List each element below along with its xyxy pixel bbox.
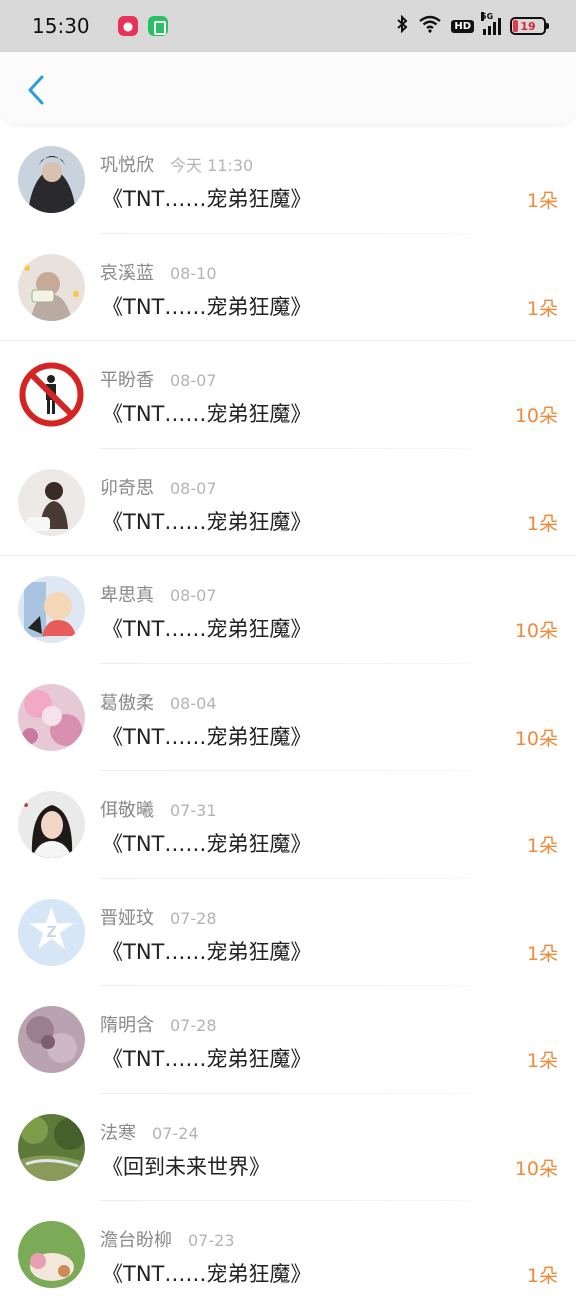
book-title[interactable]: 《回到未来世界》 xyxy=(102,1151,270,1181)
avatar[interactable] xyxy=(18,253,85,321)
avatar[interactable] xyxy=(18,1221,85,1288)
avatar[interactable] xyxy=(18,361,85,428)
status-indicators: HD 5G 19 xyxy=(395,12,549,37)
bluetooth-icon xyxy=(395,14,409,37)
flower-count: 1朵 xyxy=(526,1050,558,1072)
flower-count: 1朵 xyxy=(526,1265,558,1287)
list-item[interactable]: 隋明含 07-28 《TNT……宠弟狂魔》 1朵 xyxy=(0,986,576,1094)
book-title[interactable]: 《TNT……宠弟狂魔》 xyxy=(102,291,311,321)
avatar[interactable] xyxy=(18,1006,85,1073)
list-item[interactable]: 澹台盼柳 07-23 《TNT……宠弟狂魔》 1朵 xyxy=(0,1201,576,1309)
send-date: 今天 11:30 xyxy=(170,156,254,175)
status-time: 15:30 xyxy=(32,14,90,38)
sender-name: 澹台盼柳 xyxy=(100,1230,172,1251)
hd-badge: HD xyxy=(451,19,474,33)
list-item[interactable]: 佴敬曦 07-31 《TNT……宠弟狂魔》 1朵 xyxy=(0,771,576,879)
flower-count: 10朵 xyxy=(514,727,558,750)
book-title[interactable]: 《TNT……宠弟狂魔》 xyxy=(102,398,311,428)
list-item[interactable]: 葛傲柔 08-04 《TNT……宠弟狂魔》 10朵 xyxy=(0,664,576,771)
list-item[interactable]: 平盼香 08-07 《TNT……宠弟狂魔》 10朵 xyxy=(0,341,576,449)
flower-count: 10朵 xyxy=(514,405,558,427)
flower-count: 1朵 xyxy=(526,942,558,965)
send-date: 07-28 xyxy=(170,908,217,928)
status-bar: 15:30 HD 5G 19 xyxy=(0,0,576,52)
book-title[interactable]: 《TNT……宠弟狂魔》 xyxy=(102,828,311,858)
network-type-label: 5G xyxy=(481,12,494,21)
cellular-signal-icon: 5G xyxy=(481,12,501,35)
flower-count: 1朵 xyxy=(526,190,558,212)
avatar[interactable] xyxy=(18,576,85,643)
sender-name: 晋娅玟 xyxy=(100,907,154,929)
send-date: 08-07 xyxy=(170,478,217,498)
book-title[interactable]: 《TNT……宠弟狂魔》 xyxy=(102,1258,311,1288)
sender-name: 哀溪蓝 xyxy=(100,262,154,284)
android-app-icon xyxy=(147,16,168,36)
flower-count: 1朵 xyxy=(526,297,558,320)
chevron-left-icon xyxy=(28,75,44,105)
send-date: 07-24 xyxy=(152,1123,199,1143)
send-date: 07-23 xyxy=(188,1231,235,1250)
list-item[interactable]: 法寒 07-24 《回到未来世界》 10朵 xyxy=(0,1094,576,1201)
sender-name: 巩悦欣 xyxy=(100,155,154,176)
avatar[interactable] xyxy=(18,468,85,536)
list-item[interactable]: 卑思真 08-07 《TNT……宠弟狂魔》 10朵 xyxy=(0,556,576,664)
sender-name: 葛傲柔 xyxy=(100,692,154,714)
book-title[interactable]: 《TNT……宠弟狂魔》 xyxy=(102,506,311,536)
avatar[interactable] xyxy=(18,1113,85,1181)
avatar[interactable] xyxy=(18,791,85,858)
sender-name: 法寒 xyxy=(100,1122,136,1144)
book-title[interactable]: 《TNT……宠弟狂魔》 xyxy=(102,183,311,213)
list-item[interactable]: 卯奇思 08-07 《TNT……宠弟狂魔》 1朵 xyxy=(0,449,576,556)
top-nav-bar xyxy=(0,52,576,124)
avatar[interactable]: Z xyxy=(18,898,85,966)
sender-name: 卑思真 xyxy=(100,585,154,606)
flower-count: 10朵 xyxy=(514,1157,558,1180)
sender-name: 隋明含 xyxy=(100,1015,154,1036)
book-title[interactable]: 《TNT……宠弟狂魔》 xyxy=(102,721,311,751)
list-item[interactable]: Z 晋娅玟 07-28 《TNT……宠弟狂魔》 1朵 xyxy=(0,879,576,986)
send-date: 08-07 xyxy=(170,371,217,390)
flower-count: 1朵 xyxy=(526,835,558,857)
back-button[interactable] xyxy=(16,70,56,110)
sender-name: 平盼香 xyxy=(100,370,154,391)
send-date: 07-28 xyxy=(170,1016,217,1035)
sender-name: 佴敬曦 xyxy=(100,800,154,821)
svg-text:Z: Z xyxy=(47,924,57,941)
send-date: 07-31 xyxy=(170,801,217,820)
send-date: 08-10 xyxy=(170,263,217,283)
sender-name: 卯奇思 xyxy=(100,477,154,499)
wifi-icon xyxy=(418,15,442,37)
battery-icon: 19 xyxy=(510,17,549,35)
book-title[interactable]: 《TNT……宠弟狂魔》 xyxy=(102,613,311,643)
avatar[interactable] xyxy=(18,146,85,213)
flower-count: 10朵 xyxy=(514,620,558,642)
list-item[interactable]: 哀溪蓝 08-10 《TNT……宠弟狂魔》 1朵 xyxy=(0,234,576,341)
list-item[interactable]: 巩悦欣 今天 11:30 《TNT……宠弟狂魔》 1朵 xyxy=(0,126,576,234)
book-title[interactable]: 《TNT……宠弟狂魔》 xyxy=(102,936,311,966)
book-title[interactable]: 《TNT……宠弟狂魔》 xyxy=(102,1043,311,1073)
gift-record-list: 巩悦欣 今天 11:30 《TNT……宠弟狂魔》 1朵 哀溪蓝 08-10 《T… xyxy=(0,126,576,1309)
flower-count: 1朵 xyxy=(526,512,558,535)
send-date: 08-07 xyxy=(170,586,217,605)
send-date: 08-04 xyxy=(170,693,217,713)
battery-level: 19 xyxy=(520,19,536,33)
avatar[interactable] xyxy=(18,683,85,751)
music-app-icon xyxy=(117,16,138,36)
